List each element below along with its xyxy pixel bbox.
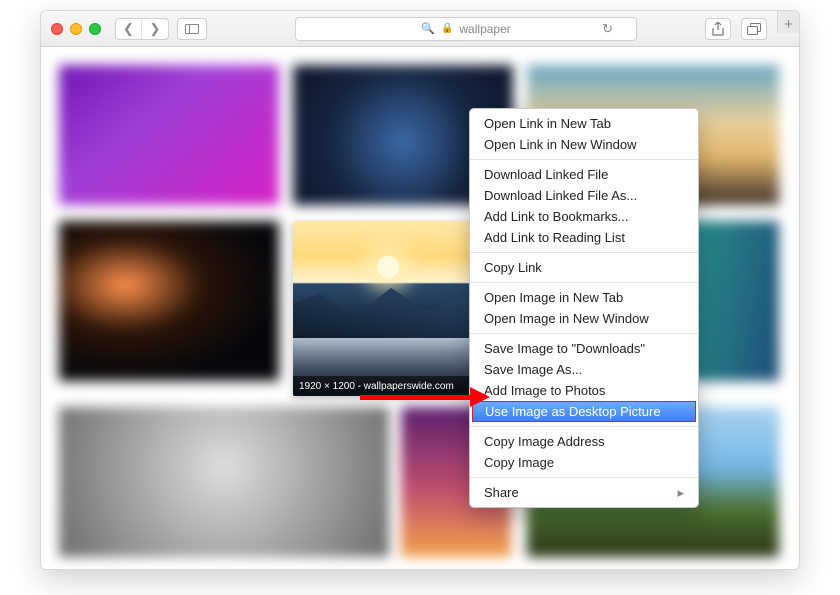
back-button[interactable]: ❮	[116, 19, 142, 39]
context-menu-separator	[470, 159, 698, 160]
address-bar[interactable]: 🔍 🔒 wallpaper	[295, 17, 637, 41]
context-menu-separator	[470, 426, 698, 427]
context-menu-separator	[470, 333, 698, 334]
cm-use-image-desktop-picture[interactable]: Use Image as Desktop Picture	[472, 401, 696, 422]
cm-copy-link[interactable]: Copy Link	[470, 257, 698, 278]
close-window-button[interactable]	[51, 23, 63, 35]
cm-download-linked-file-as[interactable]: Download Linked File As...	[470, 185, 698, 206]
nav-back-forward: ❮ ❯	[115, 18, 169, 40]
cm-add-link-bookmarks[interactable]: Add Link to Bookmarks...	[470, 206, 698, 227]
zoom-window-button[interactable]	[89, 23, 101, 35]
sidebar-toggle-button[interactable]	[177, 18, 207, 40]
image-result[interactable]	[59, 221, 279, 381]
address-text: wallpaper	[459, 22, 510, 36]
search-icon: 🔍	[421, 22, 435, 35]
share-button[interactable]	[705, 18, 731, 40]
cm-add-link-reading-list[interactable]: Add Link to Reading List	[470, 227, 698, 248]
context-menu: Open Link in New Tab Open Link in New Wi…	[469, 108, 699, 508]
cm-save-image-downloads[interactable]: Save Image to "Downloads"	[470, 338, 698, 359]
forward-button[interactable]: ❯	[142, 19, 168, 39]
cm-download-linked-file[interactable]: Download Linked File	[470, 164, 698, 185]
cm-save-image-as[interactable]: Save Image As...	[470, 359, 698, 380]
cm-open-image-new-window[interactable]: Open Image in New Window	[470, 308, 698, 329]
context-menu-separator	[470, 282, 698, 283]
image-result[interactable]	[59, 407, 389, 557]
cm-open-link-new-window[interactable]: Open Link in New Window	[470, 134, 698, 155]
context-menu-separator	[470, 477, 698, 478]
minimize-window-button[interactable]	[70, 23, 82, 35]
cm-copy-image[interactable]: Copy Image	[470, 452, 698, 473]
cm-copy-image-address[interactable]: Copy Image Address	[470, 431, 698, 452]
tabs-button[interactable]	[741, 18, 767, 40]
cm-share[interactable]: Share ▸	[470, 482, 698, 503]
titlebar: ❮ ❯ 🔍 🔒 wallpaper ↻ +	[41, 11, 799, 47]
toolbar-right: +	[705, 18, 789, 40]
lock-icon: 🔒	[441, 23, 453, 34]
cm-share-label: Share	[484, 485, 519, 500]
image-result[interactable]	[59, 65, 279, 205]
window-controls	[51, 23, 101, 35]
annotation-arrow	[360, 387, 490, 407]
new-tab-button[interactable]: +	[777, 11, 799, 33]
cm-open-image-new-tab[interactable]: Open Image in New Tab	[470, 287, 698, 308]
reload-button[interactable]: ↻	[602, 21, 613, 37]
cm-open-link-new-tab[interactable]: Open Link in New Tab	[470, 113, 698, 134]
context-menu-separator	[470, 252, 698, 253]
chevron-right-icon: ▸	[677, 484, 684, 501]
cm-add-image-photos[interactable]: Add Image to Photos	[470, 380, 698, 401]
